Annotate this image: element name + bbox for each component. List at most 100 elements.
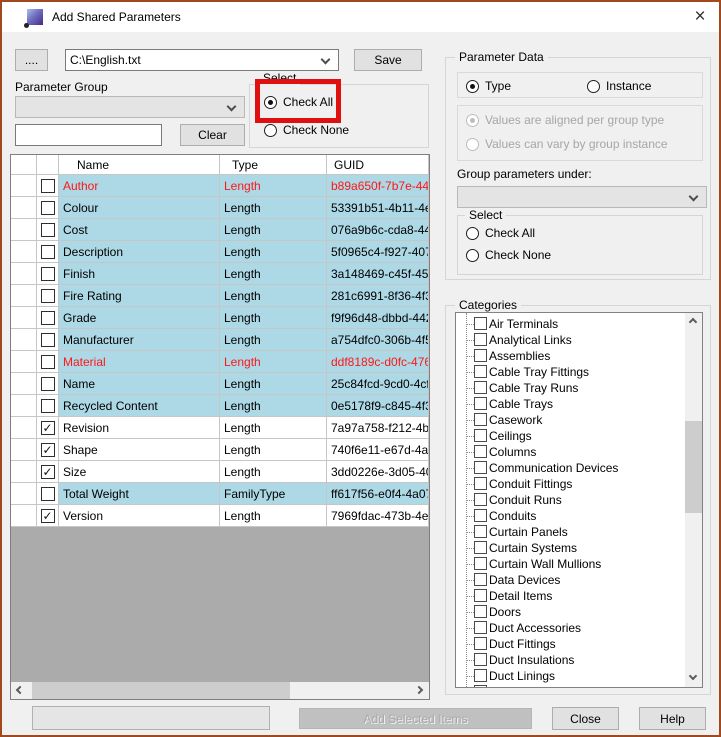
category-item[interactable]: Doors <box>456 604 685 620</box>
category-checkbox[interactable] <box>474 477 487 490</box>
category-checkbox[interactable] <box>474 413 487 426</box>
row-checkbox-cell[interactable] <box>37 395 59 417</box>
scroll-right-icon[interactable] <box>412 682 429 699</box>
check-none-radio-right[interactable]: Check None <box>466 248 551 262</box>
close-icon[interactable]: × <box>687 4 713 30</box>
category-item[interactable]: Conduits <box>456 508 685 524</box>
category-item[interactable]: Columns <box>456 444 685 460</box>
row-checkbox[interactable] <box>40 486 55 501</box>
category-item[interactable]: Duct Linings <box>456 668 685 684</box>
category-checkbox[interactable] <box>474 557 487 570</box>
column-header-guid[interactable]: GUID <box>327 155 429 175</box>
clear-button[interactable]: Clear <box>180 124 245 146</box>
category-item[interactable]: Conduit Runs <box>456 492 685 508</box>
category-item[interactable]: Cable Tray Fittings <box>456 364 685 380</box>
row-checkbox-cell[interactable] <box>37 219 59 241</box>
category-item[interactable]: Curtain Wall Mullions <box>456 556 685 572</box>
row-checkbox[interactable] <box>40 244 55 259</box>
browse-button[interactable]: .... <box>15 49 48 71</box>
category-item[interactable]: Cable Tray Runs <box>456 380 685 396</box>
table-row[interactable]: Finish Length 3a148469-c45f-458a <box>11 263 429 285</box>
category-checkbox[interactable] <box>474 637 487 650</box>
category-item[interactable]: Duct Accessories <box>456 620 685 636</box>
row-checkbox-cell[interactable] <box>37 373 59 395</box>
table-row[interactable]: Recycled Content Length 0e5178f9-c845-4f… <box>11 395 429 417</box>
category-item[interactable]: Analytical Links <box>456 332 685 348</box>
help-button[interactable]: Help <box>639 707 706 730</box>
table-row[interactable]: Name Length 25c84fcd-9cd0-4cfa- <box>11 373 429 395</box>
table-row[interactable]: Revision Length 7a97a758-f212-4b3d <box>11 417 429 439</box>
vertical-scrollbar[interactable] <box>685 313 702 687</box>
category-item[interactable]: Curtain Panels <box>456 524 685 540</box>
row-checkbox-cell[interactable] <box>37 285 59 307</box>
category-item[interactable]: Conduit Fittings <box>456 476 685 492</box>
category-checkbox[interactable] <box>474 525 487 538</box>
category-item[interactable]: Air Terminals <box>456 316 685 332</box>
close-button[interactable]: Close <box>552 707 619 730</box>
category-checkbox[interactable] <box>474 349 487 362</box>
column-header-name[interactable]: Name <box>59 155 220 175</box>
row-checkbox[interactable] <box>40 420 55 435</box>
table-row[interactable]: Material Length ddf8189c-d0fc-4764- <box>11 351 429 373</box>
row-checkbox-cell[interactable] <box>37 439 59 461</box>
category-checkbox[interactable] <box>474 621 487 634</box>
row-checkbox-cell[interactable] <box>37 263 59 285</box>
category-item[interactable]: Assemblies <box>456 348 685 364</box>
row-checkbox[interactable] <box>40 288 55 303</box>
check-all-radio-right[interactable]: Check All <box>466 226 535 240</box>
row-checkbox-cell[interactable] <box>37 351 59 373</box>
category-checkbox[interactable] <box>474 589 487 602</box>
row-checkbox-cell[interactable] <box>37 197 59 219</box>
category-item[interactable]: Duct Fittings <box>456 636 685 652</box>
row-checkbox[interactable] <box>40 442 55 457</box>
instance-radio[interactable]: Instance <box>587 79 651 93</box>
category-checkbox[interactable] <box>474 317 487 330</box>
category-checkbox[interactable] <box>474 461 487 474</box>
row-checkbox[interactable] <box>40 200 55 215</box>
add-selected-items-button[interactable]: Add Selected Items <box>299 708 532 729</box>
vertical-scroll-thumb[interactable] <box>685 421 702 513</box>
category-item[interactable]: Curtain Systems <box>456 540 685 556</box>
table-row[interactable]: Fire Rating Length 281c6991-8f36-4f34- <box>11 285 429 307</box>
category-checkbox[interactable] <box>474 669 487 682</box>
type-radio[interactable]: Type <box>466 79 511 93</box>
category-item[interactable]: Data Devices <box>456 572 685 588</box>
category-item[interactable]: Detail Items <box>456 588 685 604</box>
row-checkbox[interactable] <box>40 464 55 479</box>
category-item[interactable]: Casework <box>456 412 685 428</box>
row-checkbox[interactable] <box>40 178 55 193</box>
table-row[interactable]: Version Length 7969fdac-473b-4e59 <box>11 505 429 527</box>
row-checkbox-cell[interactable] <box>37 329 59 351</box>
table-row[interactable]: Grade Length f9f96d48-dbbd-4424- <box>11 307 429 329</box>
row-checkbox[interactable] <box>40 266 55 281</box>
row-checkbox-cell[interactable] <box>37 483 59 505</box>
category-checkbox[interactable] <box>474 493 487 506</box>
category-checkbox[interactable] <box>474 653 487 666</box>
row-checkbox[interactable] <box>40 310 55 325</box>
scroll-up-icon[interactable] <box>685 313 702 330</box>
table-row[interactable]: Size Length 3dd0226e-3d05-402a <box>11 461 429 483</box>
row-checkbox[interactable] <box>40 398 55 413</box>
horizontal-scroll-thumb[interactable] <box>32 682 290 699</box>
scroll-down-icon[interactable] <box>685 670 702 687</box>
row-checkbox-cell[interactable] <box>37 307 59 329</box>
category-checkbox[interactable] <box>474 573 487 586</box>
row-checkbox-cell[interactable] <box>37 461 59 483</box>
group-parameters-under-combobox[interactable] <box>457 186 707 208</box>
table-row[interactable]: Description Length 5f0965c4-f927-407e- <box>11 241 429 263</box>
category-checkbox[interactable] <box>474 541 487 554</box>
parameter-group-combobox[interactable] <box>15 96 245 118</box>
row-checkbox-cell[interactable] <box>37 505 59 527</box>
scroll-left-icon[interactable] <box>11 682 28 699</box>
table-row[interactable]: Cost Length 076a9b6c-cda8-44ea <box>11 219 429 241</box>
row-checkbox[interactable] <box>40 508 55 523</box>
category-item[interactable]: Cable Trays <box>456 396 685 412</box>
category-checkbox[interactable] <box>474 333 487 346</box>
row-checkbox-cell[interactable] <box>37 417 59 439</box>
row-checkbox[interactable] <box>40 354 55 369</box>
row-checkbox-cell[interactable] <box>37 175 59 197</box>
category-item[interactable]: Duct Placeholders <box>456 684 685 687</box>
category-checkbox[interactable] <box>474 397 487 410</box>
check-none-radio-left[interactable]: Check None <box>264 123 349 137</box>
row-checkbox-cell[interactable] <box>37 241 59 263</box>
